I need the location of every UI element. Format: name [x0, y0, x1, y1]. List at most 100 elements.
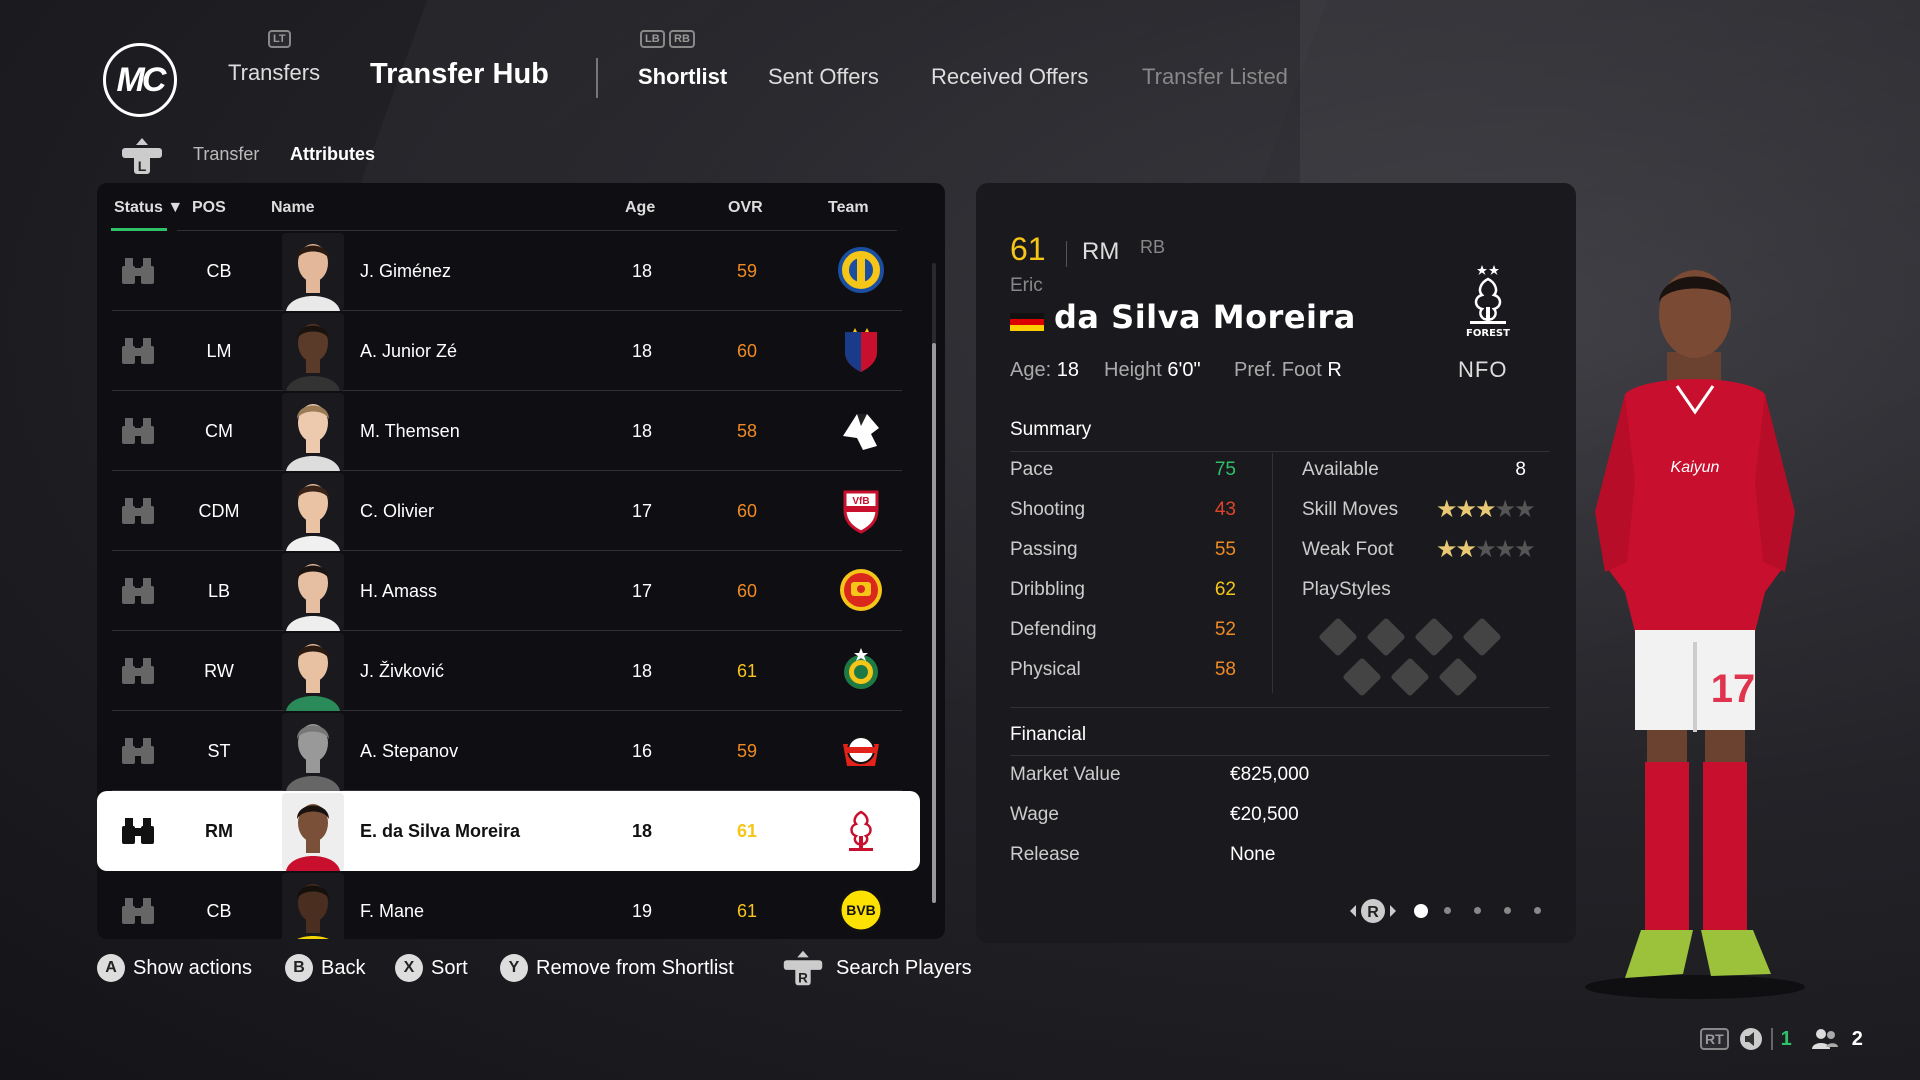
breadcrumb-transfer[interactable]: Transfer [193, 144, 259, 165]
shortlist-table: Status ▼ POS Name Age OVR Team CB J. Gim… [97, 183, 945, 939]
player-age: 17 [632, 500, 653, 521]
shortlist-status-icon[interactable] [120, 231, 156, 311]
playstyle-slot[interactable] [1390, 657, 1430, 697]
table-row[interactable]: CDM C. Olivier 17 60 VfB [112, 471, 902, 551]
playstyle-slot[interactable] [1462, 617, 1502, 657]
player-face-image [282, 473, 344, 551]
shortlist-status-icon[interactable] [120, 551, 156, 631]
col-header-name[interactable]: Name [271, 199, 315, 217]
scrollbar-thumb[interactable] [932, 343, 936, 903]
col-header-team[interactable]: Team [828, 199, 869, 217]
player-name: M. Themsen [360, 420, 460, 441]
shortlist-status-icon[interactable] [120, 311, 156, 391]
player-ovr: 60 [737, 340, 758, 361]
player-ovr: 60 [737, 580, 758, 601]
page-indicator[interactable]: R [1344, 895, 1554, 925]
table-row[interactable]: ST A. Stepanov 16 59 [112, 711, 902, 791]
stat-value: 55 [1214, 539, 1236, 560]
b-button-icon: B [285, 954, 313, 982]
player-position: CM [205, 420, 233, 441]
lt-button-hint: LT [268, 30, 291, 48]
breadcrumb-attributes[interactable]: Attributes [290, 144, 375, 165]
footer-action-sort[interactable]: X Sort [395, 952, 468, 984]
footer-action-back[interactable]: B Back [285, 952, 365, 984]
page-dot[interactable] [1444, 907, 1451, 914]
star-filled-icon: ★ [1436, 536, 1457, 563]
stat-value: 75 [1214, 459, 1236, 480]
stat-label: Dribbling [1010, 579, 1085, 600]
col-header-status[interactable]: Status ▼ [114, 199, 183, 217]
table-row[interactable]: CB F. Mane 19 61 BVB [112, 871, 902, 939]
team-crest-icon [837, 326, 885, 374]
stat-value: 58 [1214, 659, 1236, 680]
weak-foot-label: Weak Foot [1302, 539, 1394, 560]
table-rows: CB J. Giménez 18 59 LM A. Junior Zé 18 6… [97, 231, 945, 939]
player-first-name: Eric [1010, 275, 1043, 296]
divider [1010, 707, 1550, 708]
col-header-ovr[interactable]: OVR [728, 199, 763, 217]
shortlist-status-icon[interactable] [120, 871, 156, 939]
player-position: LM [206, 340, 232, 361]
y-button-icon: Y [500, 954, 528, 982]
page-dot-active[interactable] [1414, 904, 1428, 918]
tab-shortlist[interactable]: Shortlist [638, 64, 727, 90]
footer-action-show-actions[interactable]: A Show actions [97, 952, 252, 984]
skill-moves-stars: ★★★★★ [1436, 495, 1536, 524]
page-dot[interactable] [1474, 907, 1481, 914]
tab-transfer-listed[interactable]: Transfer Listed [1142, 64, 1288, 90]
shortlist-status-icon[interactable] [120, 711, 156, 791]
nav-transfers[interactable]: Transfers [228, 60, 320, 86]
playstyle-slot[interactable] [1414, 617, 1454, 657]
player-age: 18 [632, 820, 653, 841]
right-stick-icon: R [783, 950, 823, 985]
player-face-image [282, 233, 344, 311]
shortlist-status-icon[interactable] [120, 791, 156, 871]
market-value: €825,000 [1230, 764, 1310, 785]
tab-received-offers[interactable]: Received Offers [931, 64, 1088, 90]
player-ovr: 60 [737, 500, 758, 521]
player-age: 19 [632, 900, 653, 921]
player-position: LB [207, 580, 231, 601]
star-filled-icon: ★ [1455, 536, 1477, 563]
page-dot[interactable] [1504, 907, 1511, 914]
player-position: CB [206, 260, 232, 281]
nav-transfer-hub[interactable]: Transfer Hub [370, 58, 549, 91]
playstyle-slot[interactable] [1366, 617, 1406, 657]
system-status: RT 1 2 [1700, 1025, 1863, 1053]
table-row[interactable]: RM E. da Silva Moreira 18 61 [97, 791, 920, 871]
binoculars-icon [122, 418, 154, 444]
star-filled-icon: ★ [1455, 496, 1477, 523]
germany-flag-icon [1010, 313, 1044, 331]
player-ovr: 58 [737, 420, 758, 441]
col-header-age[interactable]: Age [625, 199, 655, 217]
player-position: RW [204, 660, 234, 681]
table-row[interactable]: LB H. Amass 17 60 [112, 551, 902, 631]
col-header-pos[interactable]: POS [192, 199, 226, 217]
table-row[interactable]: CM M. Themsen 18 58 [112, 391, 902, 471]
table-row[interactable]: CB J. Giménez 18 59 [112, 231, 902, 311]
market-value-label: Market Value [1010, 764, 1121, 785]
table-row[interactable]: LM A. Junior Zé 18 60 [112, 311, 902, 391]
shortlist-status-icon[interactable] [120, 391, 156, 471]
wage-label: Wage [1010, 804, 1059, 825]
table-row[interactable]: RW J. Živković 18 61 [112, 631, 902, 711]
binoculars-icon [122, 658, 154, 684]
left-stick-icon: L [122, 138, 162, 174]
shortlist-status-icon[interactable] [120, 631, 156, 711]
tab-sent-offers[interactable]: Sent Offers [768, 64, 879, 90]
svg-text:VfB: VfB [852, 496, 869, 507]
footer-action-search-players[interactable]: R Search Players [778, 950, 972, 985]
skill-moves-label: Skill Moves [1302, 499, 1399, 520]
playstyle-slot[interactable] [1438, 657, 1478, 697]
shortlist-status-icon[interactable] [120, 471, 156, 551]
available-value: 8 [1515, 459, 1526, 480]
footer-action-label: Show actions [133, 956, 252, 979]
footer-action-remove-from-shortlist[interactable]: Y Remove from Shortlist [500, 952, 734, 984]
player-age: 18 [632, 420, 653, 441]
page-dot[interactable] [1534, 907, 1541, 914]
player-ovr: 61 [737, 660, 758, 681]
star-empty-icon: ★ [1514, 536, 1535, 563]
playstyle-slot[interactable] [1318, 617, 1358, 657]
release-value: None [1230, 844, 1276, 865]
playstyle-slot[interactable] [1342, 657, 1382, 697]
